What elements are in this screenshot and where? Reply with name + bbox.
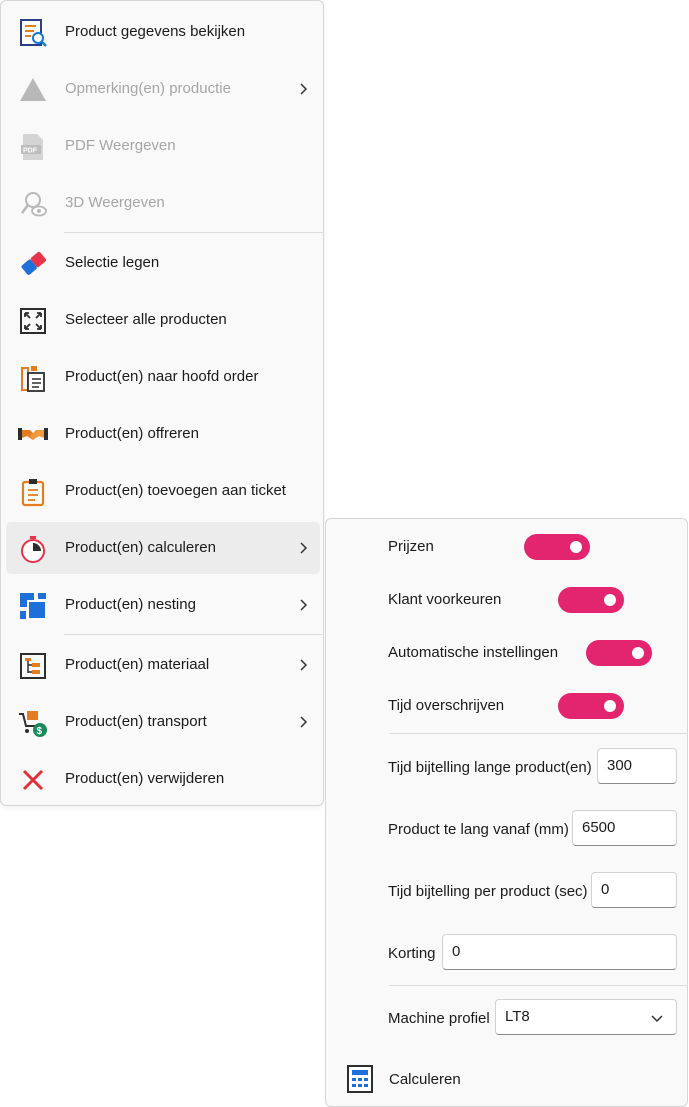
extra-time-per-product-input[interactable]: 0 bbox=[591, 872, 677, 908]
chevron-down-icon bbox=[651, 1015, 663, 1023]
menu-item-production-remarks[interactable]: Opmerking(en) productie bbox=[6, 63, 320, 115]
nesting-icon bbox=[18, 591, 48, 621]
menu-item-nesting[interactable]: Product(en) nesting bbox=[6, 579, 320, 631]
chevron-right-icon bbox=[300, 659, 308, 671]
menu-item-product-details[interactable]: Product gegevens bekijken bbox=[6, 6, 320, 58]
menu-item-to-main-order[interactable]: Product(en) naar hoofd order bbox=[6, 351, 320, 403]
field-label-machine-profile: Machine profiel bbox=[388, 1010, 490, 1027]
context-menu: Product gegevens bekijken Opmerking(en) … bbox=[0, 0, 324, 806]
chevron-right-icon bbox=[300, 542, 308, 554]
calculate-submenu: Prijzen Klant voorkeuren Automatische in… bbox=[325, 518, 688, 1107]
menu-item-add-to-ticket[interactable]: Product(en) toevoegen aan ticket bbox=[6, 465, 320, 517]
field-label-discount: Korting bbox=[388, 945, 436, 962]
calculator-icon bbox=[345, 1064, 375, 1094]
cart-dollar-icon: $ bbox=[18, 708, 48, 738]
chevron-right-icon bbox=[300, 716, 308, 728]
menu-item-label: Product(en) materiaal bbox=[65, 656, 210, 673]
menu-item-label: Product(en) nesting bbox=[65, 596, 196, 613]
submenu-separator bbox=[389, 985, 688, 986]
toggle-prices[interactable] bbox=[524, 534, 590, 560]
toggle-label-override-time: Tijd overschrijven bbox=[388, 697, 505, 714]
toggle-label-customer-preferences: Klant voorkeuren bbox=[388, 591, 502, 608]
calculate-button[interactable]: Calculeren bbox=[332, 1057, 682, 1103]
menu-item-label: Product gegevens bekijken bbox=[65, 23, 246, 40]
product-too-long-from-input[interactable]: 6500 bbox=[572, 810, 677, 846]
menu-item-label: Product(en) toevoegen aan ticket bbox=[65, 482, 286, 499]
menu-item-label: PDF Weergeven bbox=[65, 137, 176, 154]
svg-text:PDF: PDF bbox=[23, 148, 38, 155]
field-label-long-product-extra-time: Tijd bijtelling lange product(en) bbox=[388, 759, 592, 776]
discount-input[interactable]: 0 bbox=[442, 934, 677, 970]
warning-triangle-icon bbox=[18, 75, 48, 105]
submenu-separator bbox=[389, 733, 688, 734]
chevron-right-icon bbox=[300, 599, 308, 611]
menu-item-label: Selectie legen bbox=[65, 254, 160, 271]
field-label-extra-time-per-product: Tijd bijtelling per product (sec) bbox=[388, 883, 588, 900]
menu-item-label: 3D Weergeven bbox=[65, 194, 165, 211]
menu-item-delete[interactable]: Product(en) verwijderen bbox=[6, 753, 320, 805]
menu-item-pdf-view[interactable]: PDF PDF Weergeven bbox=[6, 120, 320, 172]
menu-item-label: Product(en) offreren bbox=[65, 425, 199, 442]
toggle-automatic-settings[interactable] bbox=[586, 640, 652, 666]
menu-item-quote[interactable]: Product(en) offreren bbox=[6, 408, 320, 460]
pdf-icon: PDF bbox=[18, 132, 48, 162]
calculate-button-label: Calculeren bbox=[389, 1071, 461, 1088]
menu-item-clear-selection[interactable]: Selectie legen bbox=[6, 237, 320, 289]
menu-separator bbox=[64, 634, 324, 635]
material-icon bbox=[18, 651, 48, 681]
menu-separator bbox=[64, 232, 324, 233]
menu-item-label: Selecteer alle producten bbox=[65, 311, 227, 328]
clipboard-copy-icon bbox=[18, 363, 48, 393]
menu-item-label: Product(en) verwijderen bbox=[65, 770, 225, 787]
menu-item-material[interactable]: Product(en) materiaal bbox=[6, 639, 320, 691]
toggle-label-automatic-settings: Automatische instellingen bbox=[388, 644, 559, 661]
menu-item-label: Opmerking(en) productie bbox=[65, 80, 231, 97]
toggle-override-time[interactable] bbox=[558, 693, 624, 719]
menu-item-label: Product(en) transport bbox=[65, 713, 207, 730]
menu-item-select-all[interactable]: Selecteer alle producten bbox=[6, 294, 320, 346]
toggle-label-prices: Prijzen bbox=[388, 538, 434, 555]
machine-profile-value: LT8 bbox=[505, 1008, 530, 1025]
select-all-icon bbox=[18, 306, 48, 336]
machine-profile-select[interactable]: LT8 bbox=[495, 999, 677, 1035]
menu-item-calculate[interactable]: Product(en) calculeren bbox=[6, 522, 320, 574]
delete-x-icon bbox=[18, 765, 48, 795]
menu-item-label: Product(en) naar hoofd order bbox=[65, 368, 259, 385]
eraser-icon bbox=[18, 249, 48, 279]
toggle-customer-preferences[interactable] bbox=[558, 587, 624, 613]
stopwatch-icon bbox=[18, 534, 48, 564]
chevron-right-icon bbox=[300, 83, 308, 95]
menu-item-3d-view[interactable]: 3D Weergeven bbox=[6, 177, 320, 229]
document-search-icon bbox=[18, 18, 48, 48]
clipboard-icon bbox=[18, 477, 48, 507]
handshake-icon bbox=[18, 420, 48, 450]
field-label-product-too-long-from: Product te lang vanaf (mm) bbox=[388, 821, 569, 838]
svg-text:$: $ bbox=[37, 726, 43, 737]
menu-item-transport[interactable]: $ Product(en) transport bbox=[6, 696, 320, 748]
menu-item-label: Product(en) calculeren bbox=[65, 539, 216, 556]
long-product-extra-time-input[interactable]: 300 bbox=[597, 748, 677, 784]
eye-search-icon bbox=[18, 189, 48, 219]
